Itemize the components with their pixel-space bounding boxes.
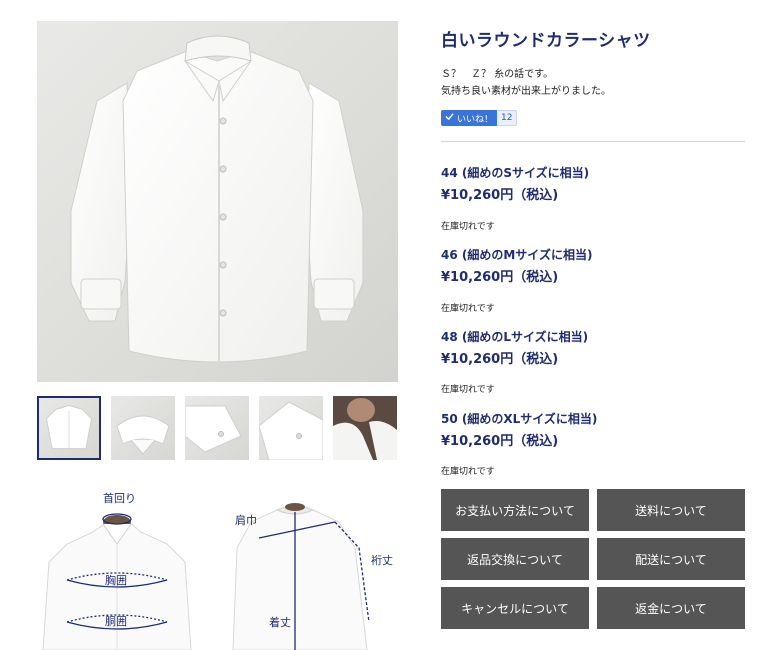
variant-price-46: ¥10,260円（税込) (441, 270, 559, 285)
variant-stock-46: 在庫切れです (441, 304, 495, 314)
variant-price-48: ¥10,260円（税込) (441, 352, 559, 367)
variant-name-44: 44 (細めのSサイズに相当) (441, 166, 590, 180)
thumbnail-strip (37, 396, 398, 460)
chest-label: 胸囲 (105, 574, 127, 587)
variant-stock-48: 在庫切れです (441, 385, 495, 395)
variant-stock-44: 在庫切れです (441, 222, 495, 232)
product-description-line2: 気持ち良い素材が出来上がりました。 (441, 86, 611, 97)
size-diagram-shirts (42, 503, 370, 650)
thumb-collar[interactable] (111, 396, 175, 460)
variant-name-48: 48 (細めのLサイズに相当) (441, 330, 589, 344)
shipping-fee-button[interactable]: 送料について (597, 489, 745, 531)
like-button[interactable]: いいね！ 12 (441, 110, 518, 126)
length-label: 着丈 (269, 616, 291, 629)
size-diagram: 首回り 胸囲 胴囲 肩巾 着丈 裄丈 (37, 482, 398, 650)
waist-label: 胴囲 (105, 615, 127, 628)
thumb-worn[interactable] (333, 396, 397, 460)
like-label: いいね！ (457, 114, 494, 125)
product-description-line1: Ｓ？ Ｚ？ 糸の話です。 (441, 69, 554, 80)
variant-name-50: 50 (細めのXLサイズに相当) (441, 412, 598, 426)
like-count: 12 (497, 110, 518, 126)
thumb-sleeve-detail[interactable] (259, 396, 323, 460)
divider (441, 141, 745, 142)
variant-price-44: ¥10,260円（税込) (441, 188, 559, 203)
thumb-full-shirt[interactable] (37, 396, 101, 460)
cancellation-button[interactable]: キャンセルについて (441, 587, 589, 629)
variant-name-46: 46 (細めのMサイズに相当) (441, 248, 593, 262)
checkmark-icon (445, 112, 454, 124)
product-title: 白いラウンドカラーシャツ (441, 31, 651, 51)
shirt-illustration (70, 35, 364, 363)
main-product-image[interactable] (37, 21, 398, 382)
returns-exchange-button[interactable]: 返品交換について (441, 538, 589, 580)
variant-stock-50: 在庫切れです (441, 467, 495, 477)
payment-info-button[interactable]: お支払い方法について (441, 489, 589, 531)
delivery-info-button[interactable]: 配送について (597, 538, 745, 580)
sleeve-label: 裄丈 (371, 554, 393, 567)
variant-price-50: ¥10,260円（税込) (441, 434, 559, 449)
neck-label: 首回り (103, 492, 136, 505)
refund-button[interactable]: 返金について (597, 587, 745, 629)
shoulder-label: 肩巾 (235, 514, 257, 527)
thumb-cuff[interactable] (185, 396, 249, 460)
